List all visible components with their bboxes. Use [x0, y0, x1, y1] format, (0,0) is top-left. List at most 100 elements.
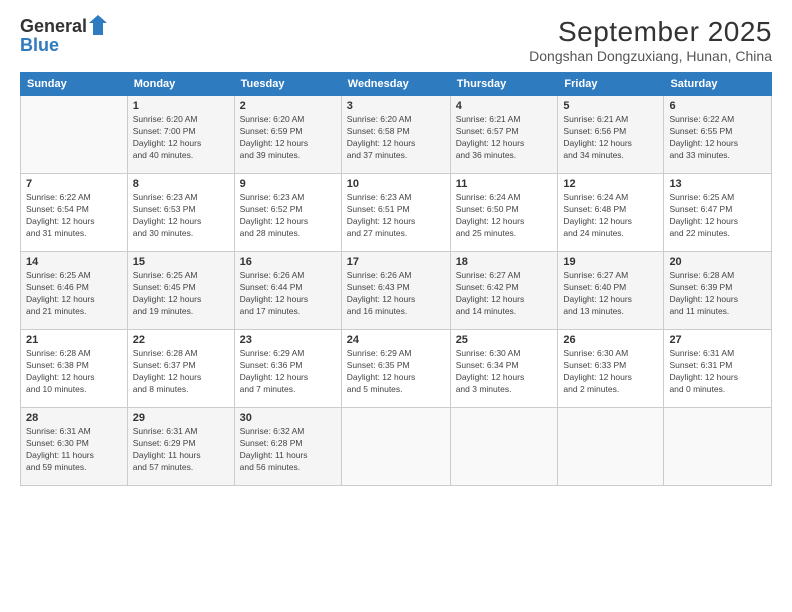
day-info: Sunrise: 6:32 AM Sunset: 6:28 PM Dayligh… — [240, 426, 336, 474]
day-number: 6 — [669, 100, 766, 112]
day-info: Sunrise: 6:20 AM Sunset: 7:00 PM Dayligh… — [133, 114, 229, 162]
day-cell — [558, 408, 664, 486]
day-info: Sunrise: 6:28 AM Sunset: 6:39 PM Dayligh… — [669, 270, 766, 318]
day-info: Sunrise: 6:30 AM Sunset: 6:33 PM Dayligh… — [563, 348, 658, 396]
day-cell: 23Sunrise: 6:29 AM Sunset: 6:36 PM Dayli… — [234, 330, 341, 408]
day-number: 13 — [669, 178, 766, 190]
day-info: Sunrise: 6:29 AM Sunset: 6:36 PM Dayligh… — [240, 348, 336, 396]
day-number: 18 — [456, 256, 553, 268]
day-info: Sunrise: 6:25 AM Sunset: 6:45 PM Dayligh… — [133, 270, 229, 318]
weekday-header-tuesday: Tuesday — [234, 73, 341, 96]
day-info: Sunrise: 6:23 AM Sunset: 6:53 PM Dayligh… — [133, 192, 229, 240]
day-cell: 4 Sunrise: 6:21 AM Sunset: 6:57 PM Daylig… — [450, 96, 558, 174]
week-row-4: 21 Sunrise: 6:28 AM Sunset: 6:38 PM Dayli… — [21, 330, 772, 408]
logo-icon — [89, 15, 107, 35]
day-info: Sunrise: 6:26 AM Sunset: 6:43 PM Dayligh… — [347, 270, 445, 318]
day-cell: 30 Sunrise: 6:32 AM Sunset: 6:28 PM Dayli… — [234, 408, 341, 486]
day-number: 20 — [669, 256, 766, 268]
calendar-table: SundayMondayTuesdayWednesdayThursdayFrid… — [20, 72, 772, 486]
day-cell: 12 Sunrise: 6:24 AM Sunset: 6:48 PM Dayli… — [558, 174, 664, 252]
day-number: 8 — [133, 178, 229, 190]
day-cell: 16Sunrise: 6:26 AM Sunset: 6:44 PM Dayli… — [234, 252, 341, 330]
day-info: Sunrise: 6:24 AM Sunset: 6:48 PM Dayligh… — [563, 192, 658, 240]
day-number: 11 — [456, 178, 553, 190]
week-row-2: 7Sunrise: 6:22 AM Sunset: 6:54 PM Daylig… — [21, 174, 772, 252]
day-info: Sunrise: 6:20 AM Sunset: 6:58 PM Dayligh… — [347, 114, 445, 162]
day-cell: 14 Sunrise: 6:25 AM Sunset: 6:46 PM Dayli… — [21, 252, 128, 330]
week-row-1: 1Sunrise: 6:20 AM Sunset: 7:00 PM Daylig… — [21, 96, 772, 174]
day-cell: 24Sunrise: 6:29 AM Sunset: 6:35 PM Dayli… — [341, 330, 450, 408]
day-cell: 9 Sunrise: 6:23 AM Sunset: 6:52 PM Daylig… — [234, 174, 341, 252]
day-info: Sunrise: 6:23 AM Sunset: 6:52 PM Dayligh… — [240, 192, 336, 240]
day-info: Sunrise: 6:21 AM Sunset: 6:56 PM Dayligh… — [563, 114, 658, 162]
day-cell: 11 Sunrise: 6:24 AM Sunset: 6:50 PM Dayli… — [450, 174, 558, 252]
weekday-header-row: SundayMondayTuesdayWednesdayThursdayFrid… — [21, 73, 772, 96]
day-info: Sunrise: 6:25 AM Sunset: 6:46 PM Dayligh… — [26, 270, 122, 318]
day-cell — [341, 408, 450, 486]
day-info: Sunrise: 6:24 AM Sunset: 6:50 PM Dayligh… — [456, 192, 553, 240]
day-info: Sunrise: 6:22 AM Sunset: 6:55 PM Dayligh… — [669, 114, 766, 162]
day-number: 14 — [26, 256, 122, 268]
week-row-5: 28Sunrise: 6:31 AM Sunset: 6:30 PM Dayli… — [21, 408, 772, 486]
weekday-header-thursday: Thursday — [450, 73, 558, 96]
location: Dongshan Dongzuxiang, Hunan, China — [529, 48, 772, 64]
day-info: Sunrise: 6:22 AM Sunset: 6:54 PM Dayligh… — [26, 192, 122, 240]
day-cell: 26 Sunrise: 6:30 AM Sunset: 6:33 PM Dayli… — [558, 330, 664, 408]
day-number: 26 — [563, 334, 658, 346]
page-header: General Blue September 2025 Dongshan Don… — [20, 16, 772, 64]
day-cell: 21 Sunrise: 6:28 AM Sunset: 6:38 PM Dayli… — [21, 330, 128, 408]
day-cell — [21, 96, 128, 174]
day-cell: 27 Sunrise: 6:31 AM Sunset: 6:31 PM Dayli… — [664, 330, 772, 408]
day-info: Sunrise: 6:27 AM Sunset: 6:42 PM Dayligh… — [456, 270, 553, 318]
day-number: 21 — [26, 334, 122, 346]
day-info: Sunrise: 6:25 AM Sunset: 6:47 PM Dayligh… — [669, 192, 766, 240]
day-info: Sunrise: 6:23 AM Sunset: 6:51 PM Dayligh… — [347, 192, 445, 240]
day-number: 15 — [133, 256, 229, 268]
day-cell: 18 Sunrise: 6:27 AM Sunset: 6:42 PM Dayli… — [450, 252, 558, 330]
day-info: Sunrise: 6:28 AM Sunset: 6:37 PM Dayligh… — [133, 348, 229, 396]
day-cell: 2 Sunrise: 6:20 AM Sunset: 6:59 PM Daylig… — [234, 96, 341, 174]
day-number: 27 — [669, 334, 766, 346]
day-cell: 5Sunrise: 6:21 AM Sunset: 6:56 PM Daylig… — [558, 96, 664, 174]
day-number: 19 — [563, 256, 658, 268]
day-number: 10 — [347, 178, 445, 190]
weekday-header-sunday: Sunday — [21, 73, 128, 96]
day-cell: 1Sunrise: 6:20 AM Sunset: 7:00 PM Daylig… — [127, 96, 234, 174]
day-info: Sunrise: 6:30 AM Sunset: 6:34 PM Dayligh… — [456, 348, 553, 396]
day-number: 4 — [456, 100, 553, 112]
week-row-3: 14 Sunrise: 6:25 AM Sunset: 6:46 PM Dayli… — [21, 252, 772, 330]
day-info: Sunrise: 6:31 AM Sunset: 6:31 PM Dayligh… — [669, 348, 766, 396]
title-block: September 2025 Dongshan Dongzuxiang, Hun… — [529, 16, 772, 64]
day-number: 9 — [240, 178, 336, 190]
day-cell: 29 Sunrise: 6:31 AM Sunset: 6:29 PM Dayli… — [127, 408, 234, 486]
day-cell: 28Sunrise: 6:31 AM Sunset: 6:30 PM Dayli… — [21, 408, 128, 486]
day-cell: 10 Sunrise: 6:23 AM Sunset: 6:51 PM Dayli… — [341, 174, 450, 252]
day-cell: 25 Sunrise: 6:30 AM Sunset: 6:34 PM Dayli… — [450, 330, 558, 408]
day-number: 30 — [240, 412, 336, 424]
day-cell: 22 Sunrise: 6:28 AM Sunset: 6:37 PM Dayli… — [127, 330, 234, 408]
day-info: Sunrise: 6:28 AM Sunset: 6:38 PM Dayligh… — [26, 348, 122, 396]
month-title: September 2025 — [529, 16, 772, 48]
logo-text-general: General — [20, 16, 87, 37]
logo-text-blue: Blue — [20, 35, 107, 56]
day-number: 17 — [347, 256, 445, 268]
day-cell: 15 Sunrise: 6:25 AM Sunset: 6:45 PM Dayli… — [127, 252, 234, 330]
weekday-header-monday: Monday — [127, 73, 234, 96]
day-info: Sunrise: 6:27 AM Sunset: 6:40 PM Dayligh… — [563, 270, 658, 318]
weekday-header-friday: Friday — [558, 73, 664, 96]
day-info: Sunrise: 6:21 AM Sunset: 6:57 PM Dayligh… — [456, 114, 553, 162]
day-info: Sunrise: 6:31 AM Sunset: 6:30 PM Dayligh… — [26, 426, 122, 474]
day-number: 29 — [133, 412, 229, 424]
day-number: 2 — [240, 100, 336, 112]
day-cell — [450, 408, 558, 486]
weekday-header-saturday: Saturday — [664, 73, 772, 96]
day-info: Sunrise: 6:26 AM Sunset: 6:44 PM Dayligh… — [240, 270, 336, 318]
day-number: 22 — [133, 334, 229, 346]
day-cell: 3Sunrise: 6:20 AM Sunset: 6:58 PM Daylig… — [341, 96, 450, 174]
day-number: 24 — [347, 334, 445, 346]
day-cell: 17 Sunrise: 6:26 AM Sunset: 6:43 PM Dayli… — [341, 252, 450, 330]
day-number: 12 — [563, 178, 658, 190]
day-number: 25 — [456, 334, 553, 346]
day-info: Sunrise: 6:20 AM Sunset: 6:59 PM Dayligh… — [240, 114, 336, 162]
day-info: Sunrise: 6:31 AM Sunset: 6:29 PM Dayligh… — [133, 426, 229, 474]
